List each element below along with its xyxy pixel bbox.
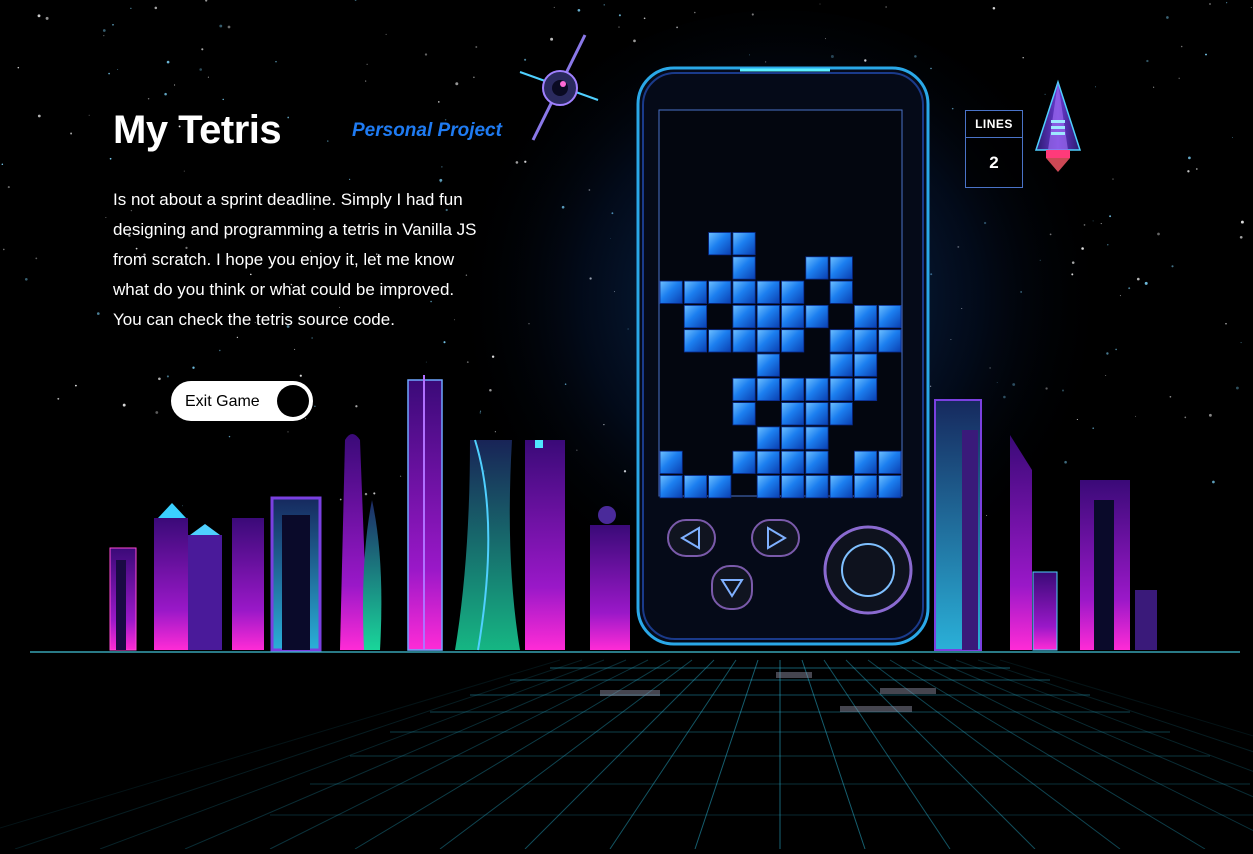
description-line: designing and programming a tetris in Va… [113, 220, 477, 239]
tetris-block [708, 475, 732, 499]
tetris-block [878, 450, 902, 474]
tetris-block [805, 475, 829, 499]
tetris-block [878, 304, 902, 329]
tetris-block [708, 329, 732, 353]
tetris-board [658, 109, 903, 499]
tetris-block [683, 329, 707, 353]
tetris-block [829, 353, 853, 377]
tetris-block [805, 426, 829, 450]
lines-value: 2 [989, 153, 999, 172]
tetris-block [781, 329, 805, 353]
tetris-block [781, 304, 805, 329]
tetris-block [805, 450, 829, 474]
description: Is not about a sprint deadline. Simply I… [113, 185, 533, 335]
tetris-block [878, 475, 902, 499]
exit-game-toggle[interactable]: Exit Game [171, 381, 313, 421]
rotate-button[interactable] [823, 525, 913, 615]
tetris-block [756, 329, 780, 353]
tetris-block [732, 450, 756, 474]
tetris-block [781, 450, 805, 474]
tetris-block [781, 402, 805, 426]
tetris-block [756, 353, 780, 377]
tetris-block [732, 377, 756, 401]
tetris-block [829, 402, 853, 426]
down-arrow-button[interactable] [711, 565, 753, 610]
tetris-block [854, 475, 878, 499]
tetris-block [829, 256, 853, 280]
tetris-block [781, 426, 805, 450]
tetris-block [854, 304, 878, 329]
tetris-block [805, 304, 829, 329]
tetris-block [756, 304, 780, 329]
right-arrow-button[interactable] [751, 519, 800, 557]
tetris-block [732, 402, 756, 426]
tetris-block [854, 450, 878, 474]
tetris-block [732, 232, 756, 256]
tetris-block [829, 377, 853, 401]
tetris-block [756, 426, 780, 450]
tetris-block [756, 377, 780, 401]
tetris-block [829, 280, 853, 304]
tetris-block [708, 280, 732, 304]
tetris-block [756, 450, 780, 474]
description-line: from scratch. I hope you enjoy it, let m… [113, 250, 455, 269]
page-title: My Tetris [113, 108, 282, 152]
tetris-block [659, 280, 683, 304]
tetris-block [781, 475, 805, 499]
lines-label: LINES [966, 111, 1022, 138]
tetris-block [854, 329, 878, 353]
tetris-block [659, 450, 683, 474]
tetris-block [732, 280, 756, 304]
tetris-block [829, 475, 853, 499]
tetris-block [708, 232, 732, 256]
tetris-block [756, 280, 780, 304]
tetris-block [683, 475, 707, 499]
tetris-block [878, 329, 902, 353]
left-arrow-button[interactable] [667, 519, 716, 557]
project-tag: Personal Project [352, 120, 502, 141]
tetris-block [781, 377, 805, 401]
lines-counter: LINES 2 [965, 110, 1023, 188]
tetris-block [805, 402, 829, 426]
tetris-block [732, 329, 756, 353]
description-line: what do you think or what could be impro… [113, 280, 455, 299]
tetris-block [805, 377, 829, 401]
tetris-block [659, 475, 683, 499]
tetris-block [732, 256, 756, 280]
toggle-knob [277, 385, 309, 417]
tetris-block [854, 377, 878, 401]
tetris-block [805, 256, 829, 280]
exit-game-label: Exit Game [185, 393, 260, 410]
description-line: You can check the tetris source code. [113, 310, 395, 329]
tetris-block [781, 280, 805, 304]
tetris-block [854, 353, 878, 377]
tetris-block [829, 329, 853, 353]
description-line: Is not about a sprint deadline. Simply I… [113, 190, 463, 209]
tetris-block [732, 304, 756, 329]
tetris-block [756, 475, 780, 499]
tetris-block [683, 304, 707, 329]
tetris-block [683, 280, 707, 304]
